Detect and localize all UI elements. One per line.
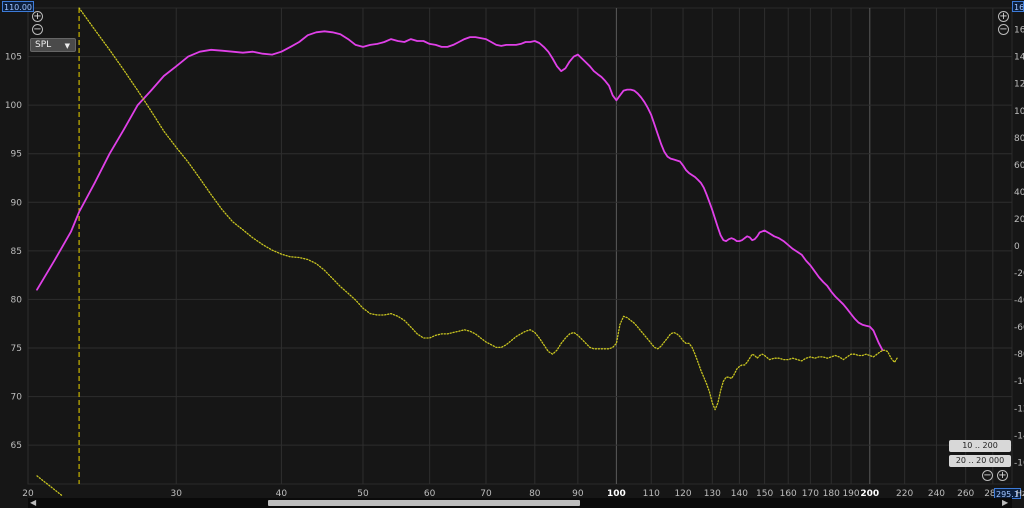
- y-tick-label: 95: [11, 150, 22, 160]
- y2-tick-label: 140: [1014, 53, 1024, 63]
- zoom-out-icon-x[interactable]: −: [982, 470, 993, 481]
- horizontal-scrollbar[interactable]: ◀ ▶: [28, 498, 1012, 508]
- zoom-in-icon-x[interactable]: +: [997, 470, 1008, 481]
- y-tick-label: 70: [11, 393, 23, 403]
- y2-tick-label: -120: [1014, 404, 1024, 414]
- zoom-in-icon-left[interactable]: +: [32, 11, 43, 22]
- y2-tick-label: 60: [1014, 161, 1024, 171]
- scrollbar-thumb[interactable]: [268, 500, 580, 506]
- hz-unit-label: Hz: [1016, 489, 1024, 498]
- y-tick-label: 80: [11, 295, 23, 305]
- right-max-box[interactable]: 16: [1012, 1, 1024, 12]
- scroll-left-icon[interactable]: ◀: [30, 498, 36, 507]
- y2-tick-label: -80: [1014, 350, 1024, 360]
- y2-tick-label: -160: [1014, 458, 1024, 468]
- y-tick-label: 90: [11, 198, 23, 208]
- chevron-down-icon: ▼: [64, 42, 70, 50]
- y2-tick-label: -40: [1014, 296, 1024, 306]
- y-tick-label: 100: [5, 101, 22, 111]
- y2-tick-label: -20: [1014, 269, 1024, 279]
- spl-dropdown[interactable]: SPL ▼: [30, 38, 76, 52]
- y-tick-label: 75: [11, 344, 22, 354]
- y2-tick-label: -60: [1014, 323, 1024, 333]
- y2-tick-label: -100: [1014, 377, 1024, 387]
- zoom-out-icon-left[interactable]: −: [32, 24, 43, 35]
- y-max-box[interactable]: 110.00: [2, 1, 34, 12]
- y2-tick-label: 160: [1014, 26, 1024, 36]
- y2-tick-label: 0: [1014, 242, 1020, 252]
- scroll-right-icon[interactable]: ▶: [1002, 498, 1008, 507]
- zoom-in-icon-right[interactable]: +: [998, 11, 1009, 22]
- zoom-out-icon-right[interactable]: −: [998, 24, 1009, 35]
- range-button-20-20000[interactable]: 20 .. 20 000: [949, 455, 1011, 467]
- y2-tick-label: 20: [1014, 215, 1024, 225]
- y2-tick-label: 80: [1014, 134, 1024, 144]
- y2-tick-label: 120: [1014, 80, 1024, 90]
- y2-tick-label: 100: [1014, 107, 1024, 117]
- y2-tick-label: 40: [1014, 188, 1024, 198]
- y2-tick-label: -140: [1014, 431, 1024, 441]
- y-tick-label: 65: [11, 441, 22, 451]
- y-tick-label: 85: [11, 247, 22, 257]
- y-tick-label: 105: [5, 53, 22, 63]
- frequency-response-chart: 65707580859095100105 1601401201008060402…: [0, 0, 1024, 508]
- range-button-10-200[interactable]: 10 .. 200: [949, 440, 1011, 452]
- spl-dropdown-label: SPL: [35, 40, 52, 50]
